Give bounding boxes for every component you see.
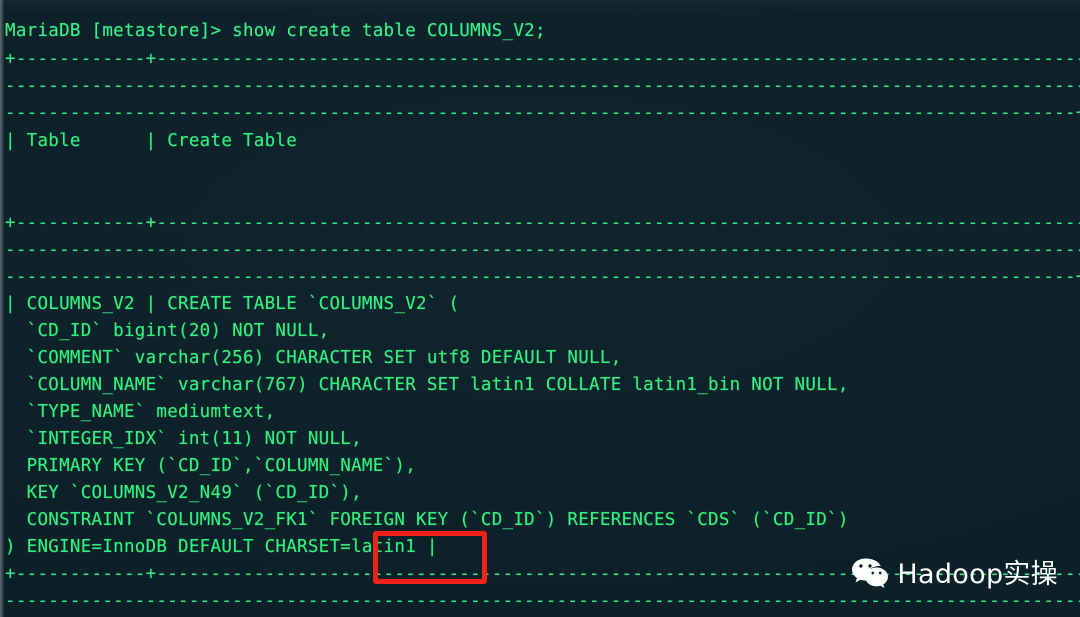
- wechat-icon: [851, 557, 889, 591]
- window-left-edge: [0, 0, 4, 617]
- table-border-line: ----------------------------------------…: [5, 76, 1080, 96]
- terminal-line: ) ENGINE=InnoDB DEFAULT CHARSET=latin1 |: [5, 537, 438, 557]
- terminal-line: `TYPE_NAME` mediumtext,: [5, 402, 276, 422]
- prompt-line: MariaDB [metastore]> show create table C…: [5, 21, 546, 41]
- watermark: Hadoop实操: [851, 557, 1058, 591]
- terminal-line: |: [5, 185, 1080, 205]
- table-border-line: ----------------------------------------…: [5, 267, 1080, 287]
- terminal-line: | COLUMNS_V2 | CREATE TABLE `COLUMNS_V2`…: [5, 294, 460, 314]
- table-border-line: +------------+--------------------------…: [5, 213, 1080, 233]
- terminal-line: `INTEGER_IDX` int(11) NOT NULL,: [5, 429, 362, 449]
- terminal-line: `COMMENT` varchar(256) CHARACTER SET utf…: [5, 348, 622, 368]
- terminal-line: `CD_ID` bigint(20) NOT NULL,: [5, 321, 330, 341]
- table-border-line: +------------+--------------------------…: [5, 49, 1080, 69]
- terminal-line: PRIMARY KEY (`CD_ID`,`COLUMN_NAME`),: [5, 456, 417, 476]
- watermark-label: Hadoop实操: [897, 558, 1058, 590]
- terminal-output[interactable]: MariaDB [metastore]> show create table C…: [0, 0, 1080, 617]
- table-border-line: ----------------------------------------…: [5, 103, 1080, 123]
- terminal-line: KEY `COLUMNS_V2_N49` (`CD_ID`),: [5, 483, 362, 503]
- terminal-screenshot: MariaDB [metastore]> show create table C…: [0, 0, 1080, 617]
- terminal-line: | Table | Create Table: [5, 131, 298, 151]
- terminal-line: `COLUMN_NAME` varchar(767) CHARACTER SET…: [5, 375, 849, 395]
- table-border-line: ----------------------------------------…: [5, 591, 1080, 611]
- terminal-line: CONSTRAINT `COLUMNS_V2_FK1` FOREIGN KEY …: [5, 510, 849, 530]
- table-border-line: ----------------------------------------…: [5, 240, 1080, 260]
